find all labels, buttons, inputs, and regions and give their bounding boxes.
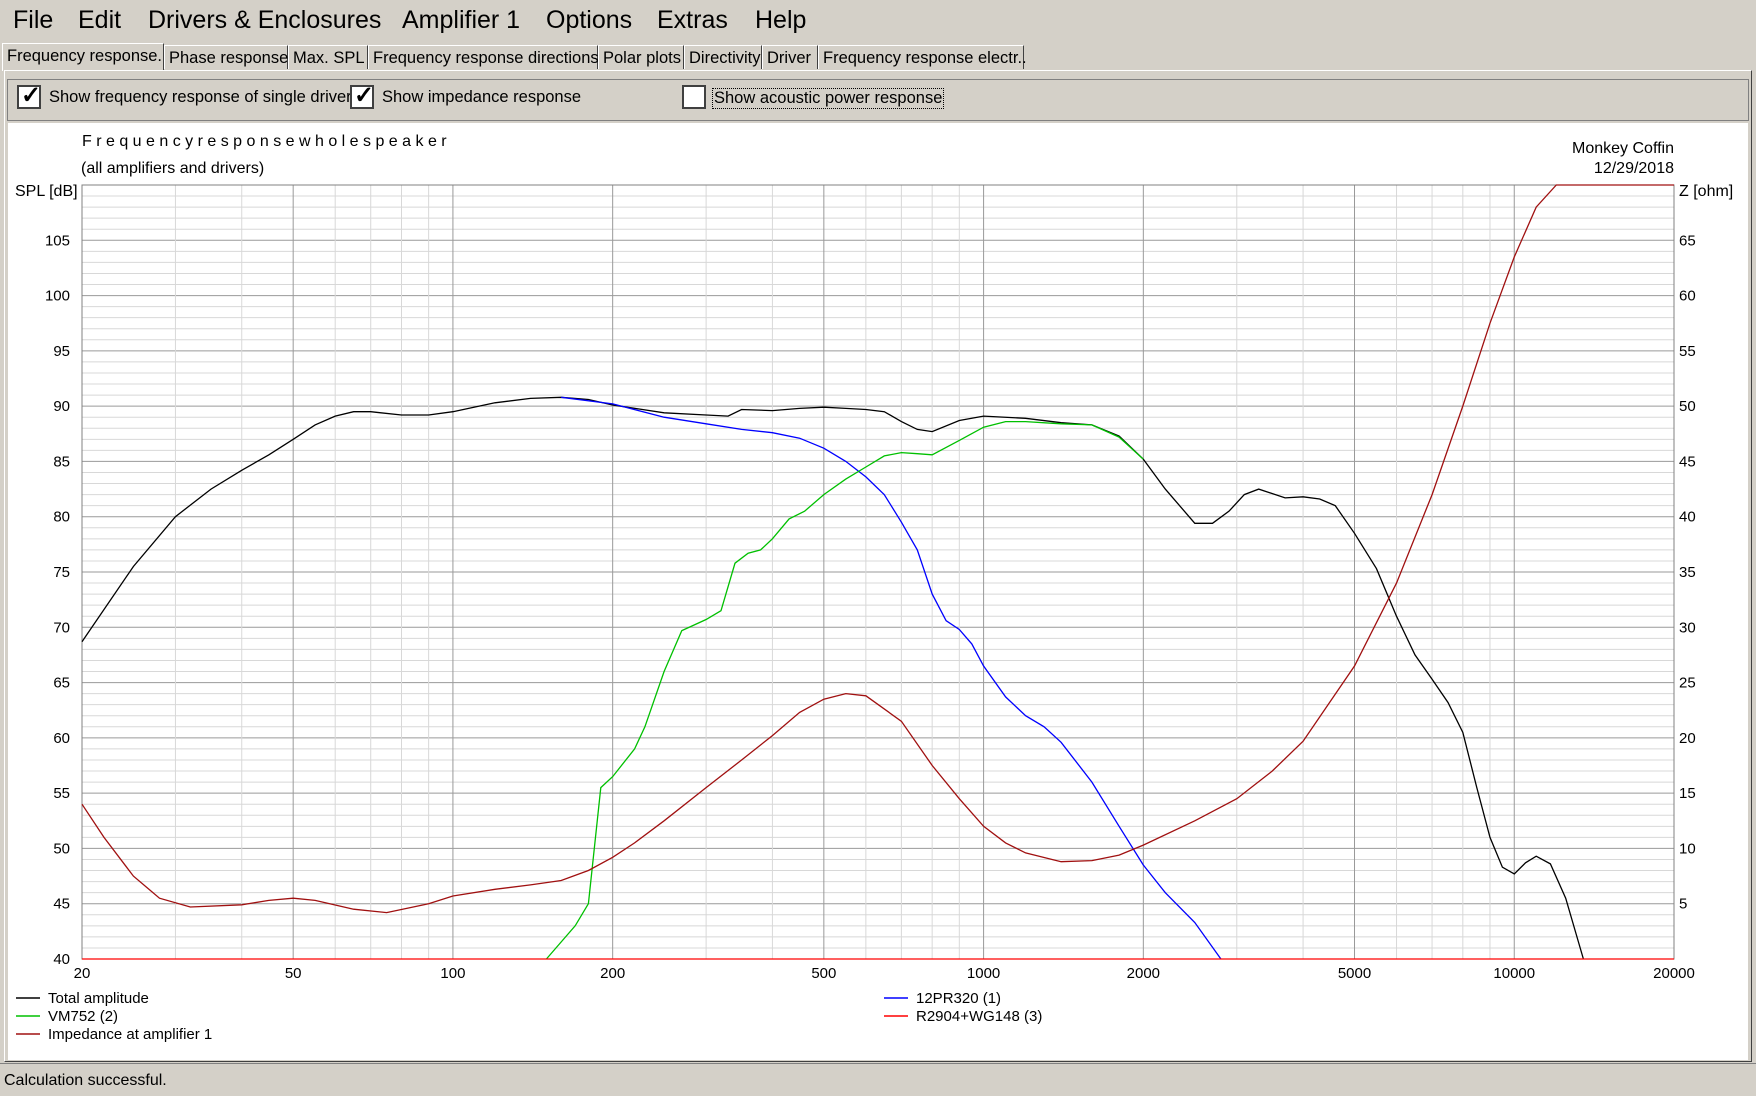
y-tick-label: 70 bbox=[53, 619, 70, 636]
y2-tick-label: 10 bbox=[1679, 840, 1696, 857]
y-tick-label: 100 bbox=[45, 288, 70, 305]
menu-extras[interactable]: Extras bbox=[657, 6, 728, 35]
chart-subtitle: (all amplifiers and drivers) bbox=[81, 160, 264, 177]
y-tick-label: 90 bbox=[53, 398, 70, 415]
series-impedance-at-amplifier-1 bbox=[81, 184, 1674, 914]
show-single-driver-checkbox[interactable]: ✓ bbox=[17, 82, 42, 109]
status-text: Calculation successful. bbox=[4, 1072, 167, 1089]
y2-tick-label: 45 bbox=[1679, 453, 1696, 470]
frequency-response-chart: 40 45 50 55 60 65 70 75 80 85 90 95 100 105 5 10 15 20 25 3… bbox=[15, 133, 1733, 1043]
y-tick-label: 95 bbox=[53, 343, 70, 360]
x-tick-label: 100 bbox=[440, 965, 465, 982]
x-tick-label: 200 bbox=[600, 965, 625, 982]
project-date: 12/29/2018 bbox=[1594, 160, 1674, 177]
chart-grid bbox=[82, 185, 1674, 959]
x-tick-label: 50 bbox=[285, 965, 302, 982]
menu-drivers-enclosures[interactable]: Drivers & Enclosures bbox=[148, 6, 381, 35]
show-single-driver-label[interactable]: Show frequency response of single driver bbox=[49, 88, 352, 107]
tab-frequency-response[interactable]: Frequency response. bbox=[2, 43, 164, 71]
y-tick-label: 85 bbox=[53, 453, 70, 470]
y-tick-label: 45 bbox=[53, 896, 70, 913]
legend-label: 12PR320 (1) bbox=[916, 990, 1001, 1007]
x-tick-label: 500 bbox=[811, 965, 836, 982]
chart-tick-labels: 40 45 50 55 60 65 70 75 80 85 90 95 100 105 5 10 15 20 25 3… bbox=[45, 232, 1696, 982]
tab-phase-response[interactable]: Phase response bbox=[164, 45, 288, 69]
y-tick-label: 40 bbox=[53, 951, 70, 968]
legend-label: R2904+WG148 (3) bbox=[916, 1008, 1042, 1025]
menu-file[interactable]: File bbox=[13, 6, 53, 35]
chart-area: 40 45 50 55 60 65 70 75 80 85 90 95 100 105 5 10 15 20 25 3… bbox=[8, 123, 1748, 1060]
tab-frequency-response-electrical[interactable]: Frequency response electr.. bbox=[818, 45, 1027, 69]
y-tick-label: 50 bbox=[53, 840, 70, 857]
menu-help[interactable]: Help bbox=[755, 6, 806, 35]
series-12pr320-1 bbox=[561, 396, 1222, 960]
menu-bar: File Edit Drivers & Enclosures Amplifier… bbox=[0, 0, 1756, 44]
x-tick-label: 20 bbox=[74, 965, 91, 982]
y2-tick-label: 30 bbox=[1679, 619, 1696, 636]
tab-max-spl[interactable]: Max. SPL bbox=[288, 45, 368, 69]
x-tick-label: 5000 bbox=[1338, 965, 1371, 982]
checkmark-icon: ✓ bbox=[21, 82, 42, 109]
status-bar: Calculation successful. bbox=[0, 1063, 1756, 1096]
y-tick-label: 60 bbox=[53, 730, 70, 747]
show-acoustic-power-checkbox[interactable] bbox=[682, 85, 706, 109]
chart-title: F r e q u e n c y r e s p o n s e w h o … bbox=[82, 133, 447, 150]
y2-tick-label: 55 bbox=[1679, 343, 1696, 360]
legend-label: VM752 (2) bbox=[48, 1008, 118, 1025]
y2-tick-label: 65 bbox=[1679, 232, 1696, 249]
y-tick-label: 75 bbox=[53, 564, 70, 581]
y2-tick-label: 15 bbox=[1679, 785, 1696, 802]
x-tick-label: 10000 bbox=[1493, 965, 1535, 982]
tab-driver[interactable]: Driver bbox=[762, 45, 818, 69]
chart-legend: Total amplitude 12PR320 (1) VM752 (2) R2904… bbox=[16, 990, 1042, 1043]
menu-options[interactable]: Options bbox=[546, 6, 632, 35]
y2-tick-label: 5 bbox=[1679, 896, 1687, 913]
show-acoustic-power-label[interactable]: Show acoustic power response bbox=[712, 88, 945, 109]
checkmark-icon: ✓ bbox=[354, 82, 375, 109]
y2-tick-label: 40 bbox=[1679, 509, 1696, 526]
series-vm752-2 bbox=[545, 420, 1144, 960]
y2-tick-label: 60 bbox=[1679, 288, 1696, 305]
series-total-amplitude bbox=[81, 396, 1585, 960]
y2-tick-label: 25 bbox=[1679, 675, 1696, 692]
y-tick-label: 105 bbox=[45, 232, 70, 249]
tab-directivity[interactable]: Directivity bbox=[684, 45, 762, 69]
menu-amplifier-1[interactable]: Amplifier 1 bbox=[402, 6, 520, 35]
tab-polar-plots[interactable]: Polar plots bbox=[598, 45, 684, 69]
y-tick-label: 55 bbox=[53, 785, 70, 802]
show-impedance-checkbox[interactable]: ✓ bbox=[350, 82, 375, 109]
menu-edit[interactable]: Edit bbox=[78, 6, 121, 35]
x-tick-label: 2000 bbox=[1127, 965, 1160, 982]
y-tick-label: 80 bbox=[53, 509, 70, 526]
project-name: Monkey Coffin bbox=[1572, 140, 1674, 157]
show-impedance-label[interactable]: Show impedance response bbox=[382, 88, 581, 107]
x-tick-label: 20000 bbox=[1653, 965, 1695, 982]
x-tick-label: 1000 bbox=[967, 965, 1000, 982]
y2-tick-label: 50 bbox=[1679, 398, 1696, 415]
tab-frequency-response-directions[interactable]: Frequency response directions bbox=[368, 45, 599, 69]
y2-tick-label: 35 bbox=[1679, 564, 1696, 581]
y-tick-label: 65 bbox=[53, 675, 70, 692]
tab-bar: Frequency response. Phase response Max. … bbox=[0, 43, 1756, 71]
y2-tick-label: 20 bbox=[1679, 730, 1696, 747]
y2-axis-label: Z [ohm] bbox=[1679, 183, 1733, 200]
legend-label: Impedance at amplifier 1 bbox=[48, 1026, 212, 1043]
y-axis-label: SPL [dB] bbox=[15, 183, 78, 200]
legend-label: Total amplitude bbox=[48, 990, 149, 1007]
